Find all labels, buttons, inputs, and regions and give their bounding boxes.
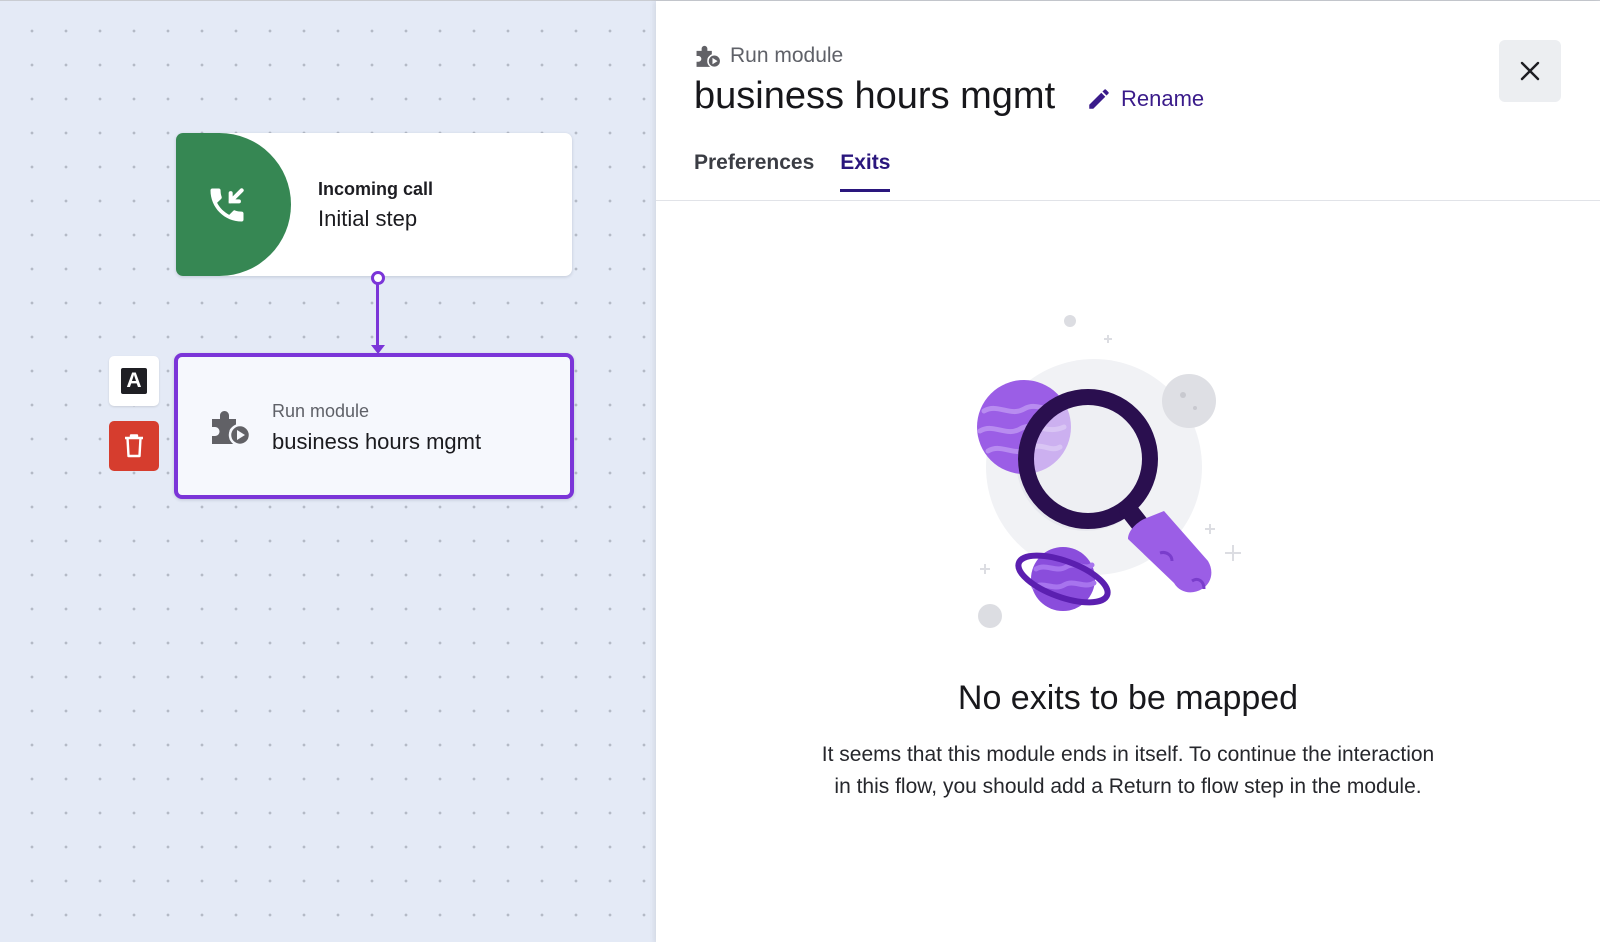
panel-title: business hours mgmt xyxy=(694,75,1056,117)
module-node-text: Run module business hours mgmt xyxy=(272,401,481,455)
connector-line xyxy=(376,284,379,349)
initial-step-node[interactable]: Incoming call Initial step xyxy=(176,133,572,276)
tab-exits[interactable]: Exits xyxy=(840,151,891,192)
panel-kind: Run module xyxy=(694,42,843,70)
connector-handle[interactable] xyxy=(371,271,385,285)
empty-state-title: No exits to be mapped xyxy=(957,679,1299,717)
empty-state-line-2: in this flow, you should add a Return to… xyxy=(834,775,1422,798)
flow-canvas[interactable]: Incoming call Initial step A Run module … xyxy=(0,1,656,942)
close-icon xyxy=(1520,61,1540,81)
empty-state-text: It seems that this module ends in itself… xyxy=(656,739,1600,803)
trash-icon xyxy=(125,434,143,458)
step-details-panel: Run module business hours mgmt Rename Pr… xyxy=(656,1,1600,942)
pencil-icon xyxy=(1089,89,1109,109)
app-root: Incoming call Initial step A Run module … xyxy=(0,0,1600,942)
module-node-type: Run module xyxy=(272,401,370,421)
initial-node-name: Initial step xyxy=(318,206,418,231)
run-module-icon xyxy=(696,45,722,69)
rename-button[interactable]: Rename xyxy=(1086,86,1204,112)
incoming-call-badge xyxy=(176,133,291,276)
empty-state-line-1: It seems that this module ends in itself… xyxy=(821,743,1435,766)
module-node-name: business hours mgmt xyxy=(272,429,482,454)
tab-preferences[interactable]: Preferences xyxy=(694,151,814,192)
panel-kind-label: Run module xyxy=(730,44,844,67)
flow-connector xyxy=(371,271,385,358)
label-button[interactable]: A xyxy=(109,356,159,406)
rename-label: Rename xyxy=(1121,86,1205,111)
close-button[interactable] xyxy=(1499,40,1561,102)
initial-node-type: Incoming call xyxy=(318,179,434,199)
delete-button[interactable] xyxy=(109,421,159,471)
empty-search-illustration xyxy=(977,315,1241,628)
run-module-icon xyxy=(212,411,252,447)
tabs-divider xyxy=(656,200,1600,201)
initial-node-text: Incoming call Initial step xyxy=(318,179,433,232)
incoming-call-icon xyxy=(210,187,244,221)
panel-tabs: Preferences Exits xyxy=(694,151,891,192)
run-module-node[interactable]: Run module business hours mgmt xyxy=(174,353,574,499)
label-icon: A xyxy=(121,368,147,394)
